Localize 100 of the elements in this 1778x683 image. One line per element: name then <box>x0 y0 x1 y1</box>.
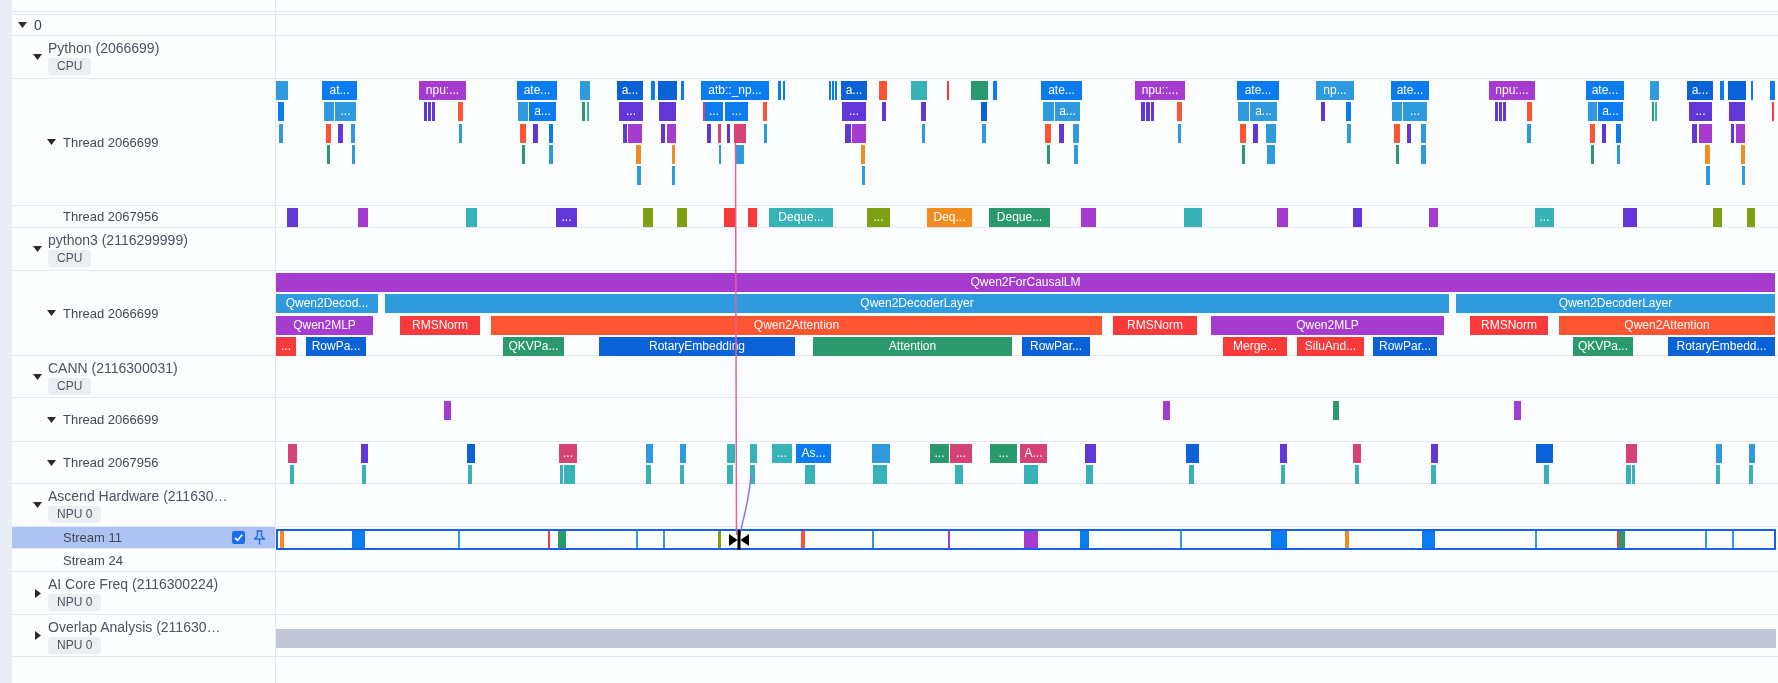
trace-slice[interactable] <box>1706 166 1710 185</box>
trace-slice[interactable] <box>1728 81 1746 100</box>
trace-slice[interactable] <box>1495 102 1498 121</box>
trace-slice[interactable] <box>558 531 566 548</box>
trace-slice[interactable]: ate... <box>1237 81 1279 100</box>
trace-slice[interactable] <box>468 465 472 484</box>
trace-slice[interactable] <box>623 124 627 143</box>
trace-slice[interactable] <box>993 81 997 100</box>
trace-slice[interactable]: Attention <box>813 337 1012 356</box>
trace-slice[interactable] <box>1741 145 1745 164</box>
trace-slice[interactable] <box>290 465 294 484</box>
trace-slice[interactable]: RMSNorm <box>1113 316 1197 335</box>
trace-slice[interactable] <box>1590 124 1595 143</box>
trace-slice[interactable]: ... <box>772 444 792 463</box>
trace-slice[interactable] <box>533 124 538 143</box>
trace-slice[interactable] <box>1281 465 1285 484</box>
trace-slice[interactable]: ... <box>725 102 748 121</box>
trace-slice[interactable] <box>707 124 711 143</box>
trace-slice[interactable]: a... <box>617 81 643 100</box>
trace-slice[interactable] <box>458 102 463 121</box>
trace-slice[interactable] <box>1626 465 1631 484</box>
caret-down-icon[interactable] <box>47 139 56 145</box>
trace-slice[interactable] <box>651 81 655 100</box>
trace-slice[interactable] <box>549 124 553 143</box>
trace-slice[interactable] <box>1588 102 1597 121</box>
trace-slice[interactable] <box>750 444 757 463</box>
trace-slice[interactable] <box>324 102 334 121</box>
trace-slice[interactable] <box>1266 124 1276 143</box>
trace-slice[interactable] <box>362 465 366 484</box>
trace-slice[interactable] <box>1353 444 1361 463</box>
trace-slice[interactable] <box>1086 465 1093 484</box>
trace-slice[interactable] <box>852 124 866 143</box>
trace-slice[interactable] <box>280 531 284 548</box>
trace-slice[interactable] <box>1749 465 1753 484</box>
trace-slice[interactable]: ... <box>930 444 949 463</box>
trace-slice[interactable] <box>677 208 687 227</box>
trace-slice[interactable] <box>352 531 365 548</box>
trace-slice[interactable] <box>1731 124 1734 143</box>
trace-slice[interactable] <box>727 444 735 463</box>
trace-slice[interactable] <box>1085 444 1096 463</box>
trace-slice[interactable] <box>1163 401 1170 420</box>
trace-slice[interactable] <box>1184 208 1202 227</box>
trace-slice[interactable]: a... <box>1598 102 1623 121</box>
trace-slice[interactable] <box>1619 531 1625 548</box>
trace-slice[interactable] <box>1514 401 1521 420</box>
trace-slice[interactable] <box>1177 102 1182 121</box>
trace-slice[interactable] <box>672 166 675 185</box>
trace-slice[interactable] <box>1392 102 1402 121</box>
trace-slice[interactable] <box>1151 102 1154 121</box>
trace-slice[interactable] <box>750 465 755 484</box>
trace-slice[interactable] <box>861 145 865 164</box>
trace-slice[interactable] <box>287 208 298 227</box>
trace-slice[interactable] <box>680 465 684 484</box>
trace-slice[interactable] <box>1544 465 1549 484</box>
trace-slice[interactable] <box>1238 102 1249 121</box>
trace-slice[interactable] <box>659 102 676 121</box>
trace-slice[interactable] <box>1742 166 1745 185</box>
trace-slice[interactable] <box>428 102 431 121</box>
trace-slice[interactable] <box>1747 208 1755 227</box>
trace-slice[interactable] <box>748 208 757 227</box>
trace-slice[interactable] <box>352 145 355 164</box>
trace-slice[interactable] <box>1699 124 1712 143</box>
trace-slice[interactable] <box>1146 102 1150 121</box>
trace-slice[interactable] <box>276 81 288 100</box>
trace-slice[interactable] <box>351 124 355 143</box>
trace-slice[interactable] <box>1729 102 1745 121</box>
trace-slice[interactable] <box>1716 465 1720 484</box>
trace-slice[interactable] <box>1713 208 1722 227</box>
trace-slice[interactable] <box>637 166 641 185</box>
trace-slice[interactable] <box>681 81 684 100</box>
trace-slice[interactable] <box>1736 124 1745 143</box>
trace-slice[interactable]: Qwen2ForCausalLM <box>276 273 1775 292</box>
trace-slice[interactable]: Qwen2Attention <box>491 316 1102 335</box>
trace-slice[interactable]: npu:... <box>419 81 466 100</box>
trace-slice[interactable] <box>1047 145 1050 164</box>
trace-slice[interactable] <box>1333 401 1339 420</box>
trace-slice[interactable]: QKVPa... <box>1573 337 1633 356</box>
caret-down-icon[interactable] <box>33 246 42 252</box>
trace-slice[interactable] <box>1240 124 1246 143</box>
trace-slice[interactable] <box>727 465 733 484</box>
trace-slice[interactable]: Deq... <box>927 208 972 227</box>
trace-slice[interactable] <box>801 531 805 548</box>
trace-slice[interactable] <box>466 208 477 227</box>
trace-slice[interactable] <box>1422 531 1435 548</box>
trace-slice[interactable]: RowPa... <box>306 337 366 356</box>
trace-slice[interactable]: Qwen2MLP <box>1211 316 1444 335</box>
trace-slice[interactable]: RMSNorm <box>400 316 480 335</box>
trace-slice[interactable]: SiluAnd... <box>1297 337 1364 356</box>
trace-slice[interactable] <box>1074 145 1078 164</box>
trace-slice[interactable]: npu:... <box>1489 81 1535 100</box>
trace-slice[interactable] <box>982 124 986 143</box>
trace-slice[interactable] <box>444 401 451 420</box>
trace-slice[interactable] <box>661 124 665 143</box>
pin-icon[interactable] <box>253 530 266 545</box>
trace-slice[interactable] <box>764 124 767 143</box>
trace-slice[interactable] <box>1353 208 1362 227</box>
trace-slice[interactable] <box>361 444 368 463</box>
trace-slice[interactable] <box>1431 465 1436 484</box>
trace-slice[interactable] <box>549 145 553 164</box>
checkbox[interactable] <box>232 531 245 544</box>
